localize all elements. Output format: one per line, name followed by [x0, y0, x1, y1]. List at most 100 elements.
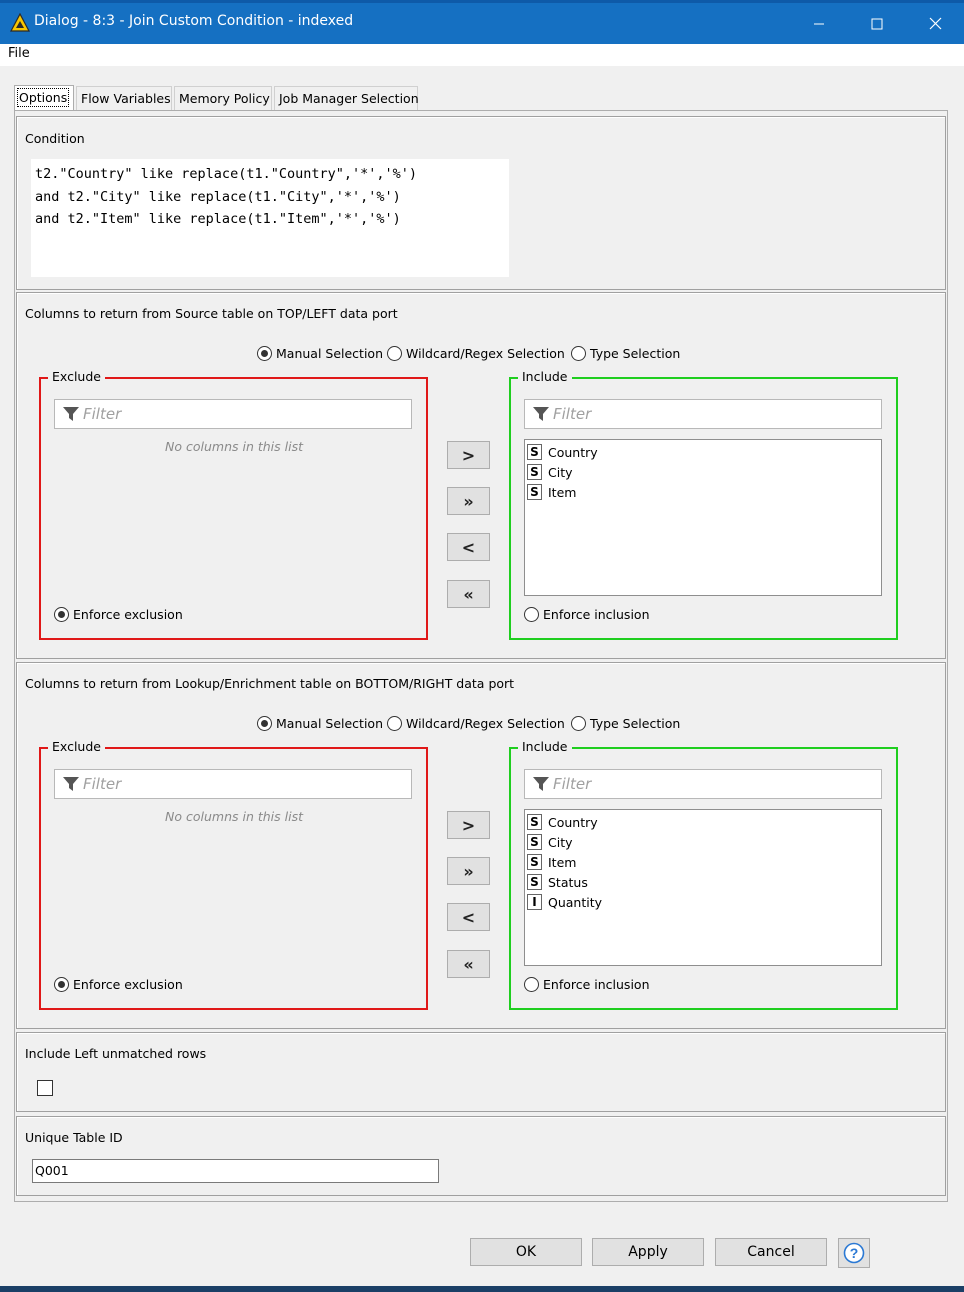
string-type-icon: S: [527, 874, 542, 890]
source-mode-manual-label: Manual Selection: [276, 346, 384, 361]
close-button[interactable]: [906, 3, 964, 44]
radio-icon: [524, 977, 539, 992]
condition-editor[interactable]: t2."Country" like replace(t1."Country",'…: [31, 159, 509, 277]
tab-flow-variables-label: Flow Variables: [81, 91, 171, 106]
filter-icon: [63, 407, 79, 421]
column-name: Country: [548, 814, 598, 830]
radio-selected-icon: [257, 716, 272, 731]
source-include-filter[interactable]: Filter: [524, 399, 882, 429]
source-remove-button[interactable]: <: [447, 533, 490, 561]
tab-job-manager-selection[interactable]: Job Manager Selection: [274, 86, 419, 110]
source-include-list[interactable]: S Country S City S Item: [524, 439, 882, 596]
integer-type-icon: I: [527, 894, 542, 910]
tab-job-manager-selection-label: Job Manager Selection: [279, 91, 419, 106]
lookup-remove-button[interactable]: <: [447, 903, 490, 931]
string-type-icon: S: [527, 464, 542, 480]
source-columns-section: Columns to return from Source table on T…: [16, 292, 946, 659]
double-chevron-left-icon: «: [463, 954, 474, 974]
minimize-button[interactable]: [790, 3, 848, 44]
tab-memory-policy[interactable]: Memory Policy: [174, 86, 272, 110]
tab-memory-policy-label: Memory Policy: [179, 91, 270, 106]
list-item[interactable]: I Quantity: [525, 892, 881, 912]
tab-options[interactable]: Options: [14, 85, 74, 111]
list-item[interactable]: S City: [525, 832, 881, 852]
filter-icon: [533, 407, 549, 421]
double-chevron-right-icon: »: [463, 861, 474, 881]
lookup-include-filter[interactable]: Filter: [524, 769, 882, 799]
apply-button[interactable]: Apply: [592, 1238, 704, 1266]
column-name: Item: [548, 854, 577, 870]
unique-id-section: Unique Table ID Q001: [16, 1116, 946, 1196]
help-button[interactable]: ?: [838, 1238, 870, 1268]
column-name: Item: [548, 484, 577, 500]
double-chevron-left-icon: «: [463, 584, 474, 604]
lookup-mode-type-label: Type Selection: [590, 716, 681, 731]
list-item[interactable]: S City: [525, 462, 881, 482]
lookup-enforce-inclusion-label: Enforce inclusion: [543, 977, 650, 992]
list-item[interactable]: S Status: [525, 872, 881, 892]
source-columns-title: Columns to return from Source table on T…: [25, 306, 398, 321]
lookup-mode-type[interactable]: Type Selection: [571, 716, 680, 731]
tab-flow-variables[interactable]: Flow Variables: [76, 86, 172, 110]
source-mode-wildcard-label: Wildcard/Regex Selection: [406, 346, 565, 361]
lookup-include-list[interactable]: S Country S City S Item S Status I Quantity: [524, 809, 882, 966]
column-name: Status: [548, 874, 588, 890]
radio-icon: [571, 346, 586, 361]
close-icon: [929, 17, 941, 30]
maximize-icon: [871, 18, 883, 29]
source-remove-all-button[interactable]: «: [447, 580, 490, 608]
list-item[interactable]: S Country: [525, 442, 881, 462]
menu-bar: File: [0, 44, 964, 66]
lookup-mode-manual[interactable]: Manual Selection: [257, 716, 383, 731]
cancel-button[interactable]: Cancel: [715, 1238, 827, 1266]
source-enforce-inclusion[interactable]: Enforce inclusion: [524, 607, 650, 622]
double-chevron-right-icon: »: [463, 491, 474, 511]
source-add-all-button[interactable]: »: [447, 487, 490, 515]
svg-text:?: ?: [850, 1245, 859, 1261]
source-mode-wildcard[interactable]: Wildcard/Regex Selection: [387, 346, 565, 361]
ok-button[interactable]: OK: [470, 1238, 582, 1266]
title-bar: Dialog - 8:3 - Join Custom Condition - i…: [0, 0, 964, 44]
lookup-enforce-inclusion[interactable]: Enforce inclusion: [524, 977, 650, 992]
string-type-icon: S: [527, 484, 542, 500]
list-item[interactable]: S Item: [525, 852, 881, 872]
radio-icon: [571, 716, 586, 731]
radio-selected-icon: [54, 607, 69, 622]
source-mode-type[interactable]: Type Selection: [571, 346, 680, 361]
lookup-mode-wildcard[interactable]: Wildcard/Regex Selection: [387, 716, 565, 731]
radio-icon: [524, 607, 539, 622]
menu-file[interactable]: File: [8, 46, 30, 61]
lookup-mode-wildcard-label: Wildcard/Regex Selection: [406, 716, 565, 731]
radio-icon: [387, 716, 402, 731]
string-type-icon: S: [527, 814, 542, 830]
unique-id-input[interactable]: Q001: [32, 1159, 439, 1183]
lookup-enforce-exclusion[interactable]: Enforce exclusion: [54, 977, 183, 992]
lookup-exclude-group: Exclude Filter No columns in this list E…: [39, 739, 428, 1010]
chevron-left-icon: <: [461, 907, 476, 927]
list-item[interactable]: S Item: [525, 482, 881, 502]
lookup-enforce-exclusion-label: Enforce exclusion: [73, 977, 183, 992]
source-include-label: Include: [518, 369, 572, 385]
chevron-right-icon: >: [461, 815, 476, 835]
filter-icon: [533, 777, 549, 791]
lookup-exclude-label: Exclude: [48, 739, 105, 755]
filter-placeholder: Filter: [83, 405, 122, 423]
column-name: Quantity: [548, 894, 603, 910]
source-exclude-filter[interactable]: Filter: [54, 399, 412, 429]
list-item[interactable]: S Country: [525, 812, 881, 832]
radio-selected-icon: [54, 977, 69, 992]
maximize-button[interactable]: [848, 3, 906, 44]
lookup-add-button[interactable]: >: [447, 811, 490, 839]
source-mode-manual[interactable]: Manual Selection: [257, 346, 383, 361]
source-add-button[interactable]: >: [447, 441, 490, 469]
source-mode-selector: Manual Selection Wildcard/Regex Selectio…: [257, 346, 717, 364]
left-unmatched-checkbox[interactable]: [37, 1080, 53, 1096]
string-type-icon: S: [527, 834, 542, 850]
chevron-right-icon: >: [461, 445, 476, 465]
source-enforce-exclusion[interactable]: Enforce exclusion: [54, 607, 183, 622]
tab-options-label: Options: [16, 88, 70, 107]
lookup-add-all-button[interactable]: »: [447, 857, 490, 885]
lookup-remove-all-button[interactable]: «: [447, 950, 490, 978]
string-type-icon: S: [527, 444, 542, 460]
lookup-exclude-filter[interactable]: Filter: [54, 769, 412, 799]
